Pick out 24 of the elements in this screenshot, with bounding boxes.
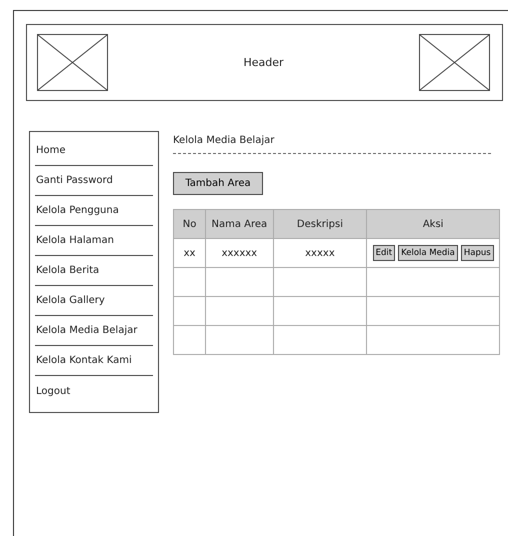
header-title: Header xyxy=(243,56,284,69)
action-button[interactable]: Kelola Media xyxy=(398,245,458,261)
sidebar-item[interactable]: Home xyxy=(35,136,153,166)
sidebar-item[interactable]: Kelola Gallery xyxy=(35,286,153,316)
column-header: Deskripsi xyxy=(273,210,367,238)
action-button[interactable]: Edit xyxy=(372,245,396,261)
action-button[interactable]: Hapus xyxy=(460,245,494,261)
column-header: Nama Area xyxy=(206,210,274,238)
sidebar-item[interactable]: Ganti Password xyxy=(35,166,153,196)
table-cell: xxxxxx xyxy=(206,238,274,268)
image-placeholder xyxy=(419,34,490,91)
sidebar-item[interactable]: Kelola Halaman xyxy=(35,226,153,256)
table-cell: xxxxx xyxy=(273,238,367,268)
sidebar-item[interactable]: Kelola Berita xyxy=(35,256,153,286)
sidebar-item[interactable]: Kelola Pengguna xyxy=(35,196,153,226)
table-cell: xx xyxy=(174,238,206,268)
column-header: Aksi xyxy=(366,210,500,238)
image-placeholder xyxy=(37,34,108,91)
add-area-button[interactable]: Tambah Area xyxy=(173,172,263,195)
sidebar-item[interactable]: Logout xyxy=(35,376,153,406)
column-header: No xyxy=(174,210,206,238)
page-title: Kelola Media Belajar xyxy=(173,135,276,146)
sidebar-item[interactable]: Kelola Media Belajar xyxy=(35,316,153,346)
sidebar-item[interactable]: Kelola Kontak Kami xyxy=(35,346,153,376)
